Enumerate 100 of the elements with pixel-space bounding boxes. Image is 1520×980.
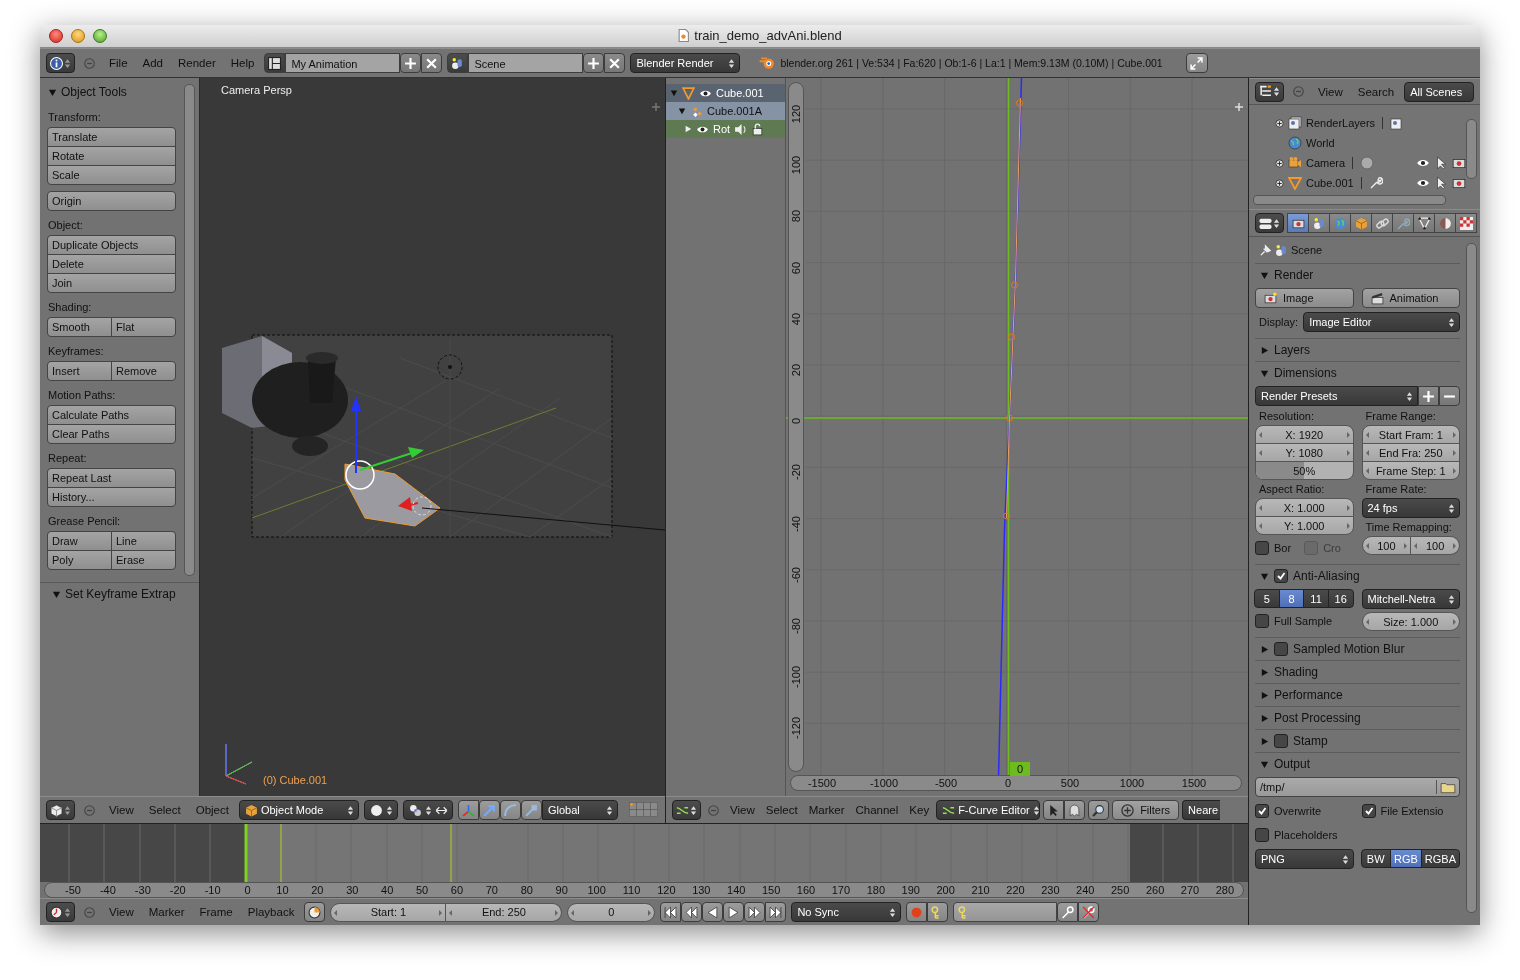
panel-title[interactable]: Post Processing xyxy=(1274,711,1361,725)
mode-dropdown[interactable]: Object Mode xyxy=(238,800,359,820)
file-format-dropdown[interactable]: PNG xyxy=(1255,849,1354,869)
expand-arrow-icon[interactable] xyxy=(1260,644,1269,654)
fullscreen-button[interactable] xyxy=(1185,53,1208,73)
menu-item[interactable]: Key xyxy=(905,804,934,816)
jump-keyframe-forward-button[interactable] xyxy=(744,902,766,922)
render-animation-button[interactable]: Animation xyxy=(1361,288,1460,308)
sync-dropdown[interactable]: No Sync xyxy=(791,902,902,922)
panel-title[interactable]: Dimensions xyxy=(1274,366,1337,380)
orientation-dropdown[interactable]: Global xyxy=(542,800,618,820)
cursor-icon[interactable] xyxy=(1434,156,1448,170)
menu-item[interactable]: Frame xyxy=(194,906,238,918)
expand-arrow-icon[interactable] xyxy=(678,107,686,115)
properties-tab[interactable] xyxy=(1392,213,1414,233)
display-dropdown[interactable]: Image Editor xyxy=(1303,312,1460,332)
number-field[interactable]: X: 1.000 xyxy=(1255,498,1354,517)
tool-button[interactable]: Translate xyxy=(47,127,176,147)
tool-button[interactable]: Calculate Paths xyxy=(47,405,176,425)
number-field[interactable]: 100 xyxy=(1411,536,1460,555)
sample-count-option[interactable]: 5 xyxy=(1254,589,1280,608)
menu-item[interactable]: View xyxy=(104,906,139,918)
checkbox-label[interactable]: Placeholders xyxy=(1274,829,1338,841)
expand-arrow-icon[interactable] xyxy=(48,87,57,97)
menu-item[interactable]: Marker xyxy=(804,804,849,816)
panel-title[interactable]: Shading xyxy=(1274,665,1319,679)
pivot-dropdown[interactable] xyxy=(403,800,453,820)
padlock-icon[interactable] xyxy=(751,122,765,136)
menu-item[interactable]: Select xyxy=(761,804,802,816)
channel-row[interactable]: Cube.001A xyxy=(666,102,785,120)
expand-arrow-icon[interactable] xyxy=(1260,690,1269,700)
menu-item[interactable]: File xyxy=(104,57,133,69)
expand-arrow-icon[interactable] xyxy=(1260,345,1269,355)
menu-item[interactable]: Help xyxy=(225,57,260,69)
keying-set-field[interactable] xyxy=(953,902,1058,922)
cursor-icon[interactable] xyxy=(1434,176,1448,190)
delete-key-button[interactable] xyxy=(1078,902,1100,922)
panel-title[interactable]: Sampled Motion Blur xyxy=(1293,642,1405,656)
checkbox[interactable] xyxy=(1274,569,1288,583)
delete-button[interactable] xyxy=(604,53,626,73)
tool-button[interactable]: History... xyxy=(47,487,176,507)
number-field[interactable]: Frame Step: 1 xyxy=(1361,461,1460,480)
render-image-button[interactable]: Image xyxy=(1255,288,1354,308)
checkbox-label[interactable]: Bor xyxy=(1274,542,1292,554)
filters-button[interactable]: Filters xyxy=(1112,800,1180,820)
expand-arrow-icon[interactable] xyxy=(684,125,692,133)
pin-icon[interactable] xyxy=(1259,243,1272,257)
close-button[interactable] xyxy=(49,29,63,43)
display-mode-dropdown[interactable]: All Scenes xyxy=(1404,81,1474,102)
expand-arrow-icon[interactable] xyxy=(52,589,61,599)
show-hidden-button[interactable] xyxy=(1064,800,1086,820)
image-stack-icon[interactable] xyxy=(1390,116,1405,130)
wrench-icon[interactable] xyxy=(1368,176,1383,190)
editor-type-button[interactable] xyxy=(46,800,75,820)
folder-icon[interactable] xyxy=(1436,780,1459,794)
insert-key-button[interactable] xyxy=(1057,902,1079,922)
output-path-field[interactable]: /tmp/ xyxy=(1255,777,1460,797)
checkbox[interactable] xyxy=(1255,614,1269,628)
render-engine-dropdown[interactable]: Blender Render xyxy=(630,53,741,73)
expand-arrow-icon[interactable] xyxy=(1260,667,1269,677)
shading-dropdown[interactable] xyxy=(364,800,398,820)
current-frame-field[interactable]: 0 xyxy=(567,902,656,922)
number-field[interactable]: Start Fram: 1 xyxy=(1361,425,1460,444)
outliner-item[interactable]: Cube.001 xyxy=(1306,177,1354,189)
zoom-button[interactable] xyxy=(93,29,107,43)
menu-item[interactable]: View xyxy=(104,804,139,816)
camera-icon[interactable] xyxy=(1452,176,1466,190)
filter-dropdown[interactable]: Mitchell-Netra xyxy=(1361,589,1460,609)
properties-tab[interactable] xyxy=(1455,213,1477,233)
tool-button[interactable]: Delete xyxy=(47,254,176,274)
properties-tab[interactable] xyxy=(1308,213,1330,233)
menu-item[interactable]: Render xyxy=(173,57,221,69)
tool-button[interactable]: Remove xyxy=(111,361,176,381)
number-field[interactable]: Y: 1080 xyxy=(1255,443,1354,462)
checkbox[interactable] xyxy=(1255,804,1269,818)
tool-button[interactable]: Rotate xyxy=(47,146,176,166)
sample-count-option[interactable]: 16 xyxy=(1327,589,1354,608)
expand-arrow-icon[interactable] xyxy=(670,89,678,97)
expand-arrow-icon[interactable] xyxy=(1260,759,1269,769)
panel-title[interactable]: Render xyxy=(1274,268,1314,282)
panel-title[interactable]: Output xyxy=(1274,757,1311,771)
expand-icon[interactable] xyxy=(1275,158,1284,168)
menu-item[interactable]: View xyxy=(726,804,759,816)
percentage-slider[interactable]: 50% xyxy=(1255,461,1354,480)
tool-button[interactable]: Insert xyxy=(47,361,112,381)
search-button[interactable] xyxy=(1088,800,1110,820)
checkbox-label[interactable]: File Extensio xyxy=(1380,805,1444,817)
menu-item[interactable]: View xyxy=(1313,85,1348,98)
editor-type-button[interactable] xyxy=(46,53,75,73)
editor-type-button[interactable] xyxy=(672,800,701,820)
rotate-button[interactable] xyxy=(500,800,521,820)
menu-item[interactable]: Select xyxy=(143,804,186,816)
current-frame-marker[interactable]: 0 xyxy=(1010,762,1030,776)
menu-item[interactable]: Marker xyxy=(143,906,190,918)
tool-button[interactable]: Line xyxy=(111,531,176,551)
properties-tab[interactable] xyxy=(1371,213,1393,233)
menu-item[interactable]: Add xyxy=(137,57,168,69)
menu-item[interactable]: Playback xyxy=(242,906,300,918)
menu-item[interactable]: Channel xyxy=(851,804,903,816)
start-frame-field[interactable]: Start: 1 xyxy=(330,902,447,922)
